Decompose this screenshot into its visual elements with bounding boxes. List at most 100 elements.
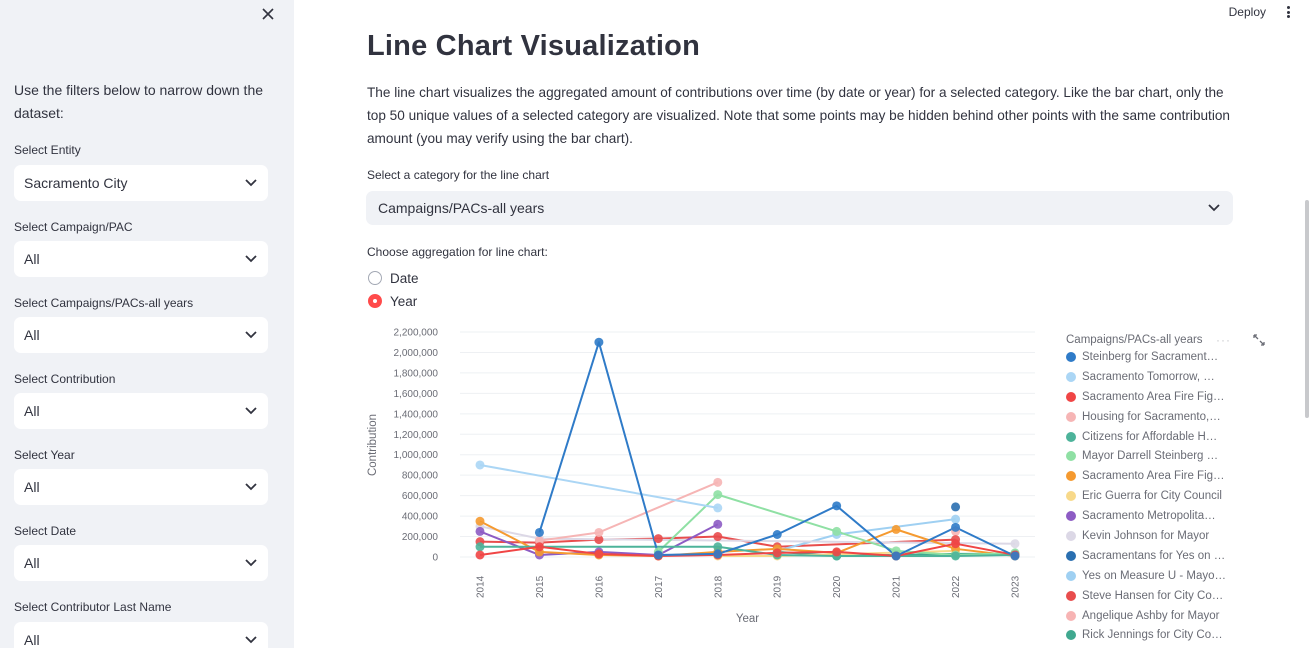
- legend-marker-icon: [1066, 570, 1076, 581]
- data-point: [951, 502, 961, 512]
- legend-item[interactable]: Steinberg for Sacrament…: [1066, 347, 1231, 367]
- filter-select[interactable]: All: [14, 317, 268, 353]
- legend-item[interactable]: Sacramento Metropolita…: [1066, 506, 1231, 526]
- legend-item[interactable]: Kevin Johnson for Mayor: [1066, 526, 1231, 546]
- sidebar: Use the filters below to narrow down the…: [0, 0, 294, 648]
- legend-item[interactable]: Angelique Ashby for Mayor: [1066, 606, 1231, 626]
- y-tick-label: 1,200,000: [394, 430, 439, 441]
- x-tick-label: 2021: [892, 575, 903, 598]
- main-menu-icon[interactable]: [1283, 4, 1293, 20]
- category-label: Select a category for the line chart: [367, 168, 550, 182]
- chevron-down-icon: [244, 480, 258, 494]
- chevron-down-icon: [244, 404, 258, 418]
- legend-label: Sacramentans for Yes on …: [1082, 549, 1226, 562]
- x-tick-label: 2020: [832, 575, 843, 598]
- data-point: [951, 551, 961, 561]
- filter-select-value: All: [24, 251, 40, 267]
- legend-label: Sacramento Tomorrow, …: [1082, 370, 1215, 383]
- filter-select-value: Sacramento City: [24, 175, 128, 191]
- legend-label: Steve Hansen for City Co…: [1082, 589, 1224, 602]
- legend-item[interactable]: Yes on Measure U - Mayo…: [1066, 566, 1231, 586]
- legend-label: Kevin Johnson for Mayor: [1082, 529, 1210, 542]
- data-point: [713, 477, 723, 487]
- radio-year[interactable]: Year: [368, 292, 417, 310]
- legend-title: Campaigns/PACs-all years: [1066, 334, 1203, 346]
- legend-label: Eric Guerra for City Council: [1082, 490, 1222, 503]
- x-tick-label: 2022: [951, 575, 962, 598]
- deploy-button[interactable]: Deploy: [1229, 5, 1266, 19]
- filter-select[interactable]: All: [14, 622, 268, 648]
- y-axis-title: Contribution: [367, 414, 379, 476]
- x-axis-title: Year: [736, 613, 759, 625]
- y-tick-label: 600,000: [402, 491, 439, 502]
- filter-select[interactable]: All: [14, 469, 268, 505]
- data-point: [475, 526, 485, 536]
- legend-marker-icon: [1066, 371, 1076, 382]
- expand-icon[interactable]: [1252, 333, 1266, 347]
- series-line: [479, 463, 718, 509]
- legend-label: Citizens for Affordable H…: [1082, 430, 1218, 443]
- legend-label: Mayor Darrell Steinberg …: [1082, 450, 1219, 463]
- data-point: [594, 337, 604, 347]
- chevron-down-icon: [244, 252, 258, 266]
- legend-marker-icon: [1066, 550, 1076, 561]
- data-point: [713, 549, 723, 559]
- legend-item[interactable]: Sacramento Tomorrow, …: [1066, 367, 1231, 387]
- category-select-value: Campaigns/PACs-all years: [378, 200, 545, 216]
- legend-item[interactable]: Housing for Sacramento,…: [1066, 407, 1231, 427]
- legend-label: Housing for Sacramento,…: [1082, 410, 1221, 423]
- legend-label: Steinberg for Sacrament…: [1082, 350, 1219, 363]
- legend-marker-icon: [1066, 431, 1076, 442]
- data-point: [1010, 551, 1020, 561]
- legend-marker-icon: [1066, 451, 1076, 462]
- data-point: [951, 522, 961, 532]
- data-point: [475, 460, 485, 470]
- legend-label: Sacramento Area Fire Fig…: [1082, 470, 1225, 483]
- data-point: [534, 527, 544, 537]
- data-point: [594, 527, 604, 537]
- y-tick-label: 2,200,000: [394, 328, 439, 339]
- legend-marker-icon: [1066, 491, 1076, 502]
- legend-marker-icon: [1066, 530, 1076, 541]
- y-tick-label: 1,000,000: [394, 450, 439, 461]
- close-sidebar-icon[interactable]: [258, 4, 278, 24]
- y-tick-label: 1,800,000: [394, 368, 439, 379]
- legend-marker-icon: [1066, 471, 1076, 482]
- legend-item[interactable]: Eric Guerra for City Council: [1066, 486, 1231, 506]
- chevron-down-icon: [1207, 201, 1221, 215]
- legend-item[interactable]: Sacramentans for Yes on …: [1066, 546, 1231, 566]
- filter-label: Select Campaign/PAC: [14, 220, 133, 234]
- x-tick-label: 2014: [476, 575, 487, 598]
- x-tick-label: 2015: [535, 575, 546, 598]
- data-point: [713, 490, 723, 500]
- legend-item[interactable]: Sacramento Area Fire Fig…: [1066, 387, 1231, 407]
- page-description: The line chart visualizes the aggregated…: [367, 85, 1230, 146]
- radio-year-circle[interactable]: [368, 294, 382, 308]
- legend-item[interactable]: Mayor Darrell Steinberg …: [1066, 446, 1231, 466]
- legend-more-icon[interactable]: ···: [1216, 333, 1231, 347]
- aggregation-label: Choose aggregation for line chart:: [367, 245, 548, 259]
- legend-item[interactable]: Citizens for Affordable H…: [1066, 427, 1231, 447]
- legend-label: Rick Jennings for City Co…: [1082, 629, 1223, 642]
- radio-date-circle[interactable]: [368, 271, 382, 285]
- y-tick-label: 800,000: [402, 471, 439, 482]
- data-point: [713, 532, 723, 542]
- category-select[interactable]: Campaigns/PACs-all years: [366, 191, 1233, 225]
- filter-select[interactable]: All: [14, 393, 268, 429]
- legend-item[interactable]: Sacramento Area Fire Fig…: [1066, 466, 1231, 486]
- legend-item[interactable]: Rick Jennings for City Co…: [1066, 625, 1231, 645]
- radio-date[interactable]: Date: [368, 269, 419, 287]
- filter-label: Select Date: [14, 524, 77, 538]
- filter-label: Select Contribution: [14, 372, 116, 386]
- data-point: [832, 501, 842, 511]
- data-point: [951, 539, 961, 549]
- filter-select[interactable]: Sacramento City: [14, 165, 268, 201]
- legend-marker-icon: [1066, 351, 1076, 362]
- filter-label: Select Entity: [14, 143, 81, 157]
- filter-select[interactable]: All: [14, 545, 268, 581]
- filter-select-value: All: [24, 403, 40, 419]
- filter-select[interactable]: All: [14, 241, 268, 277]
- main-area: Deploy Line Chart Visualization The line…: [294, 0, 1313, 648]
- chevron-down-icon: [244, 633, 258, 647]
- legend-item[interactable]: Steve Hansen for City Co…: [1066, 586, 1231, 606]
